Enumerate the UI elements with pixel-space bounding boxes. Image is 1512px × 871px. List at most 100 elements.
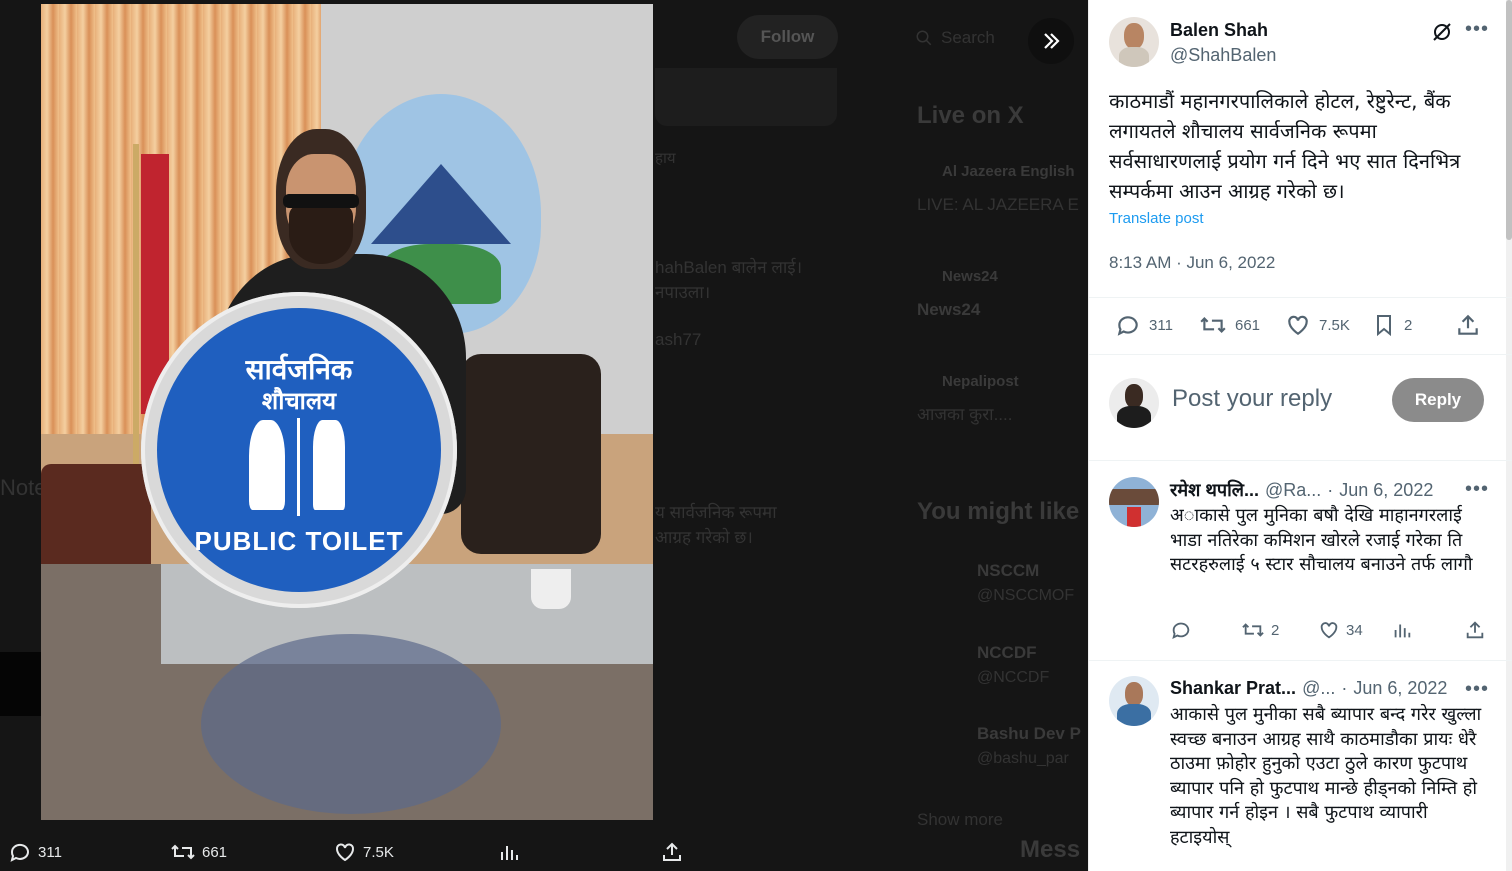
bg-live-source: Al Jazeera English (942, 163, 1075, 180)
author-name[interactable]: Balen Shah (1170, 20, 1268, 41)
repost-stat[interactable]: 661 (1199, 312, 1260, 338)
reply-share-action[interactable] (1464, 619, 1486, 641)
male-pictogram (313, 420, 345, 510)
bg-messages: Mess (1020, 836, 1081, 863)
bg-live-title: आजका कुरा.... (917, 405, 1013, 424)
repost-count: 661 (1235, 316, 1261, 334)
sign-title: सार्वजनिक (245, 353, 353, 386)
divider (1089, 354, 1512, 355)
media-like-count: 7.5K (363, 843, 394, 861)
tweet-text: काठमाडौं महानगरपालिकाले होटल, रेष्टुरेन्… (1109, 89, 1461, 203)
media-reply-count: 311 (38, 843, 62, 861)
like-count: 7.5K (1319, 316, 1350, 334)
reply-author-handle[interactable]: @Ra... (1265, 480, 1321, 501)
more-options-icon[interactable]: ••• (1465, 478, 1489, 501)
more-options-icon[interactable]: ••• (1465, 18, 1489, 41)
media-share-action[interactable] (660, 838, 684, 866)
bookmark-icon (1377, 315, 1391, 337)
sunglasses (283, 194, 359, 208)
current-user-avatar[interactable] (1109, 378, 1159, 428)
share-button[interactable] (1455, 312, 1481, 338)
bg-live-title: LIVE: AL JAZEERA E (917, 195, 1079, 214)
bg-suggestion-handle: @NCCDF (977, 669, 1050, 686)
reply-stat[interactable]: 311 (1115, 312, 1173, 338)
post-photo[interactable]: सार्वजनिक शौचालय PUBLIC TOILET (41, 4, 653, 820)
reply-icon (10, 843, 29, 862)
reply-icon (1172, 622, 1190, 640)
divider (1089, 297, 1512, 298)
bg-fragment: hahBalen बालेन लाई। (655, 258, 803, 277)
divider (1089, 460, 1512, 461)
bg-suggestion-name: Bashu Dev P (977, 724, 1081, 743)
grok-icon[interactable] (1430, 20, 1454, 44)
tea-cup (531, 569, 571, 609)
chevron-double-right-icon (1044, 33, 1060, 49)
like-stat[interactable]: 7.5K (1285, 312, 1350, 338)
translate-post-link[interactable]: Translate post (1109, 210, 1204, 227)
reply-icon (1117, 316, 1138, 336)
bg-fragment: ash77 (655, 330, 702, 349)
reply-text: आकासे पुल मुनीका सबै ब्यापार बन्द गरेर ख… (1170, 704, 1482, 848)
reply-header: रमेश थपलि... @Ra... · Jun 6, 2022 (1170, 478, 1433, 502)
media-like-action[interactable]: 7.5K (333, 838, 394, 866)
bg-live-source: News24 (942, 268, 998, 285)
reply-input[interactable]: Post your reply (1172, 385, 1332, 413)
bg-suggestion-name: NCCDF (977, 643, 1037, 662)
search-icon (916, 30, 932, 46)
divider-line (297, 418, 300, 516)
bg-fragment: नपाउला। (655, 283, 711, 302)
repost-icon (1242, 623, 1264, 637)
more-options-icon[interactable]: ••• (1465, 678, 1489, 701)
repost-icon (171, 844, 195, 860)
bg-live-title: News24 (917, 300, 981, 319)
media-reply-action[interactable]: 311 (8, 838, 62, 866)
heart-icon (336, 843, 354, 862)
bg-fragment: हाय (655, 150, 676, 167)
bg-fragment: Note (0, 475, 47, 500)
female-pictogram (249, 420, 285, 510)
media-repost-action[interactable]: 661 (170, 838, 227, 866)
reply-avatar[interactable] (1109, 676, 1159, 726)
repost-icon (1200, 317, 1226, 333)
bg-suggestion-name: NSCCM (977, 561, 1040, 580)
reply-like-action[interactable]: 34 (1318, 619, 1363, 641)
bg-fragment: आग्रह गरेको छ। (655, 528, 753, 547)
reply-like-count: 34 (1346, 621, 1363, 639)
views-icon (501, 846, 518, 860)
reply-button[interactable]: Reply (1392, 378, 1484, 422)
reply-author-name[interactable]: रमेश थपलि... (1170, 478, 1259, 502)
reply-date[interactable]: Jun 6, 2022 (1353, 678, 1447, 699)
search-placeholder: Search (941, 28, 995, 47)
scrollbar-thumb[interactable] (1506, 0, 1512, 240)
bookmark-count: 2 (1404, 316, 1413, 334)
scrollbar-track[interactable] (1506, 0, 1512, 871)
bookmark-stat[interactable]: 2 (1372, 312, 1412, 338)
reply-separator: · (1327, 479, 1334, 500)
bg-search: Search (915, 28, 995, 48)
reply-reply-action[interactable] (1170, 619, 1192, 641)
sign-bottom-text: PUBLIC TOILET (194, 526, 404, 556)
follow-button[interactable]: Follow (737, 15, 838, 59)
reply-count: 311 (1149, 316, 1173, 334)
reply-repost-action[interactable]: 2 (1241, 619, 1279, 641)
reply-author-name[interactable]: Shankar Prat... (1170, 678, 1296, 699)
reply-text: अाकासे पुल मुनिका बषौ देखि माहानगरलाई भा… (1170, 505, 1473, 575)
bg-live-source: Nepalipost (942, 373, 1019, 390)
reply-views-action[interactable] (1391, 619, 1413, 641)
media-viewer: Live on X Al Jazeera English LIVE: AL JA… (0, 0, 1088, 871)
reply-avatar[interactable] (1109, 477, 1159, 527)
author-handle[interactable]: @ShahBalen (1170, 45, 1276, 66)
media-repost-count: 661 (202, 843, 228, 861)
public-toilet-sign: सार्वजनिक शौचालय PUBLIC TOILET (141, 292, 457, 608)
reply-author-handle[interactable]: @... (1302, 678, 1335, 699)
reply-date[interactable]: Jun 6, 2022 (1339, 480, 1433, 501)
media-views-action[interactable] (497, 838, 521, 866)
share-icon (1466, 621, 1484, 639)
tweet-timestamp[interactable]: 8:13 AM · Jun 6, 2022 (1109, 253, 1275, 273)
bg-suggestion-handle: @bashu_par (977, 750, 1069, 767)
bg-suggestion-handle: @NSCCMOF (977, 587, 1075, 604)
bg-live-heading: Live on X (917, 102, 1024, 129)
share-icon (663, 842, 681, 861)
author-avatar[interactable] (1109, 17, 1159, 67)
collapse-sidebar-button[interactable] (1028, 18, 1074, 64)
